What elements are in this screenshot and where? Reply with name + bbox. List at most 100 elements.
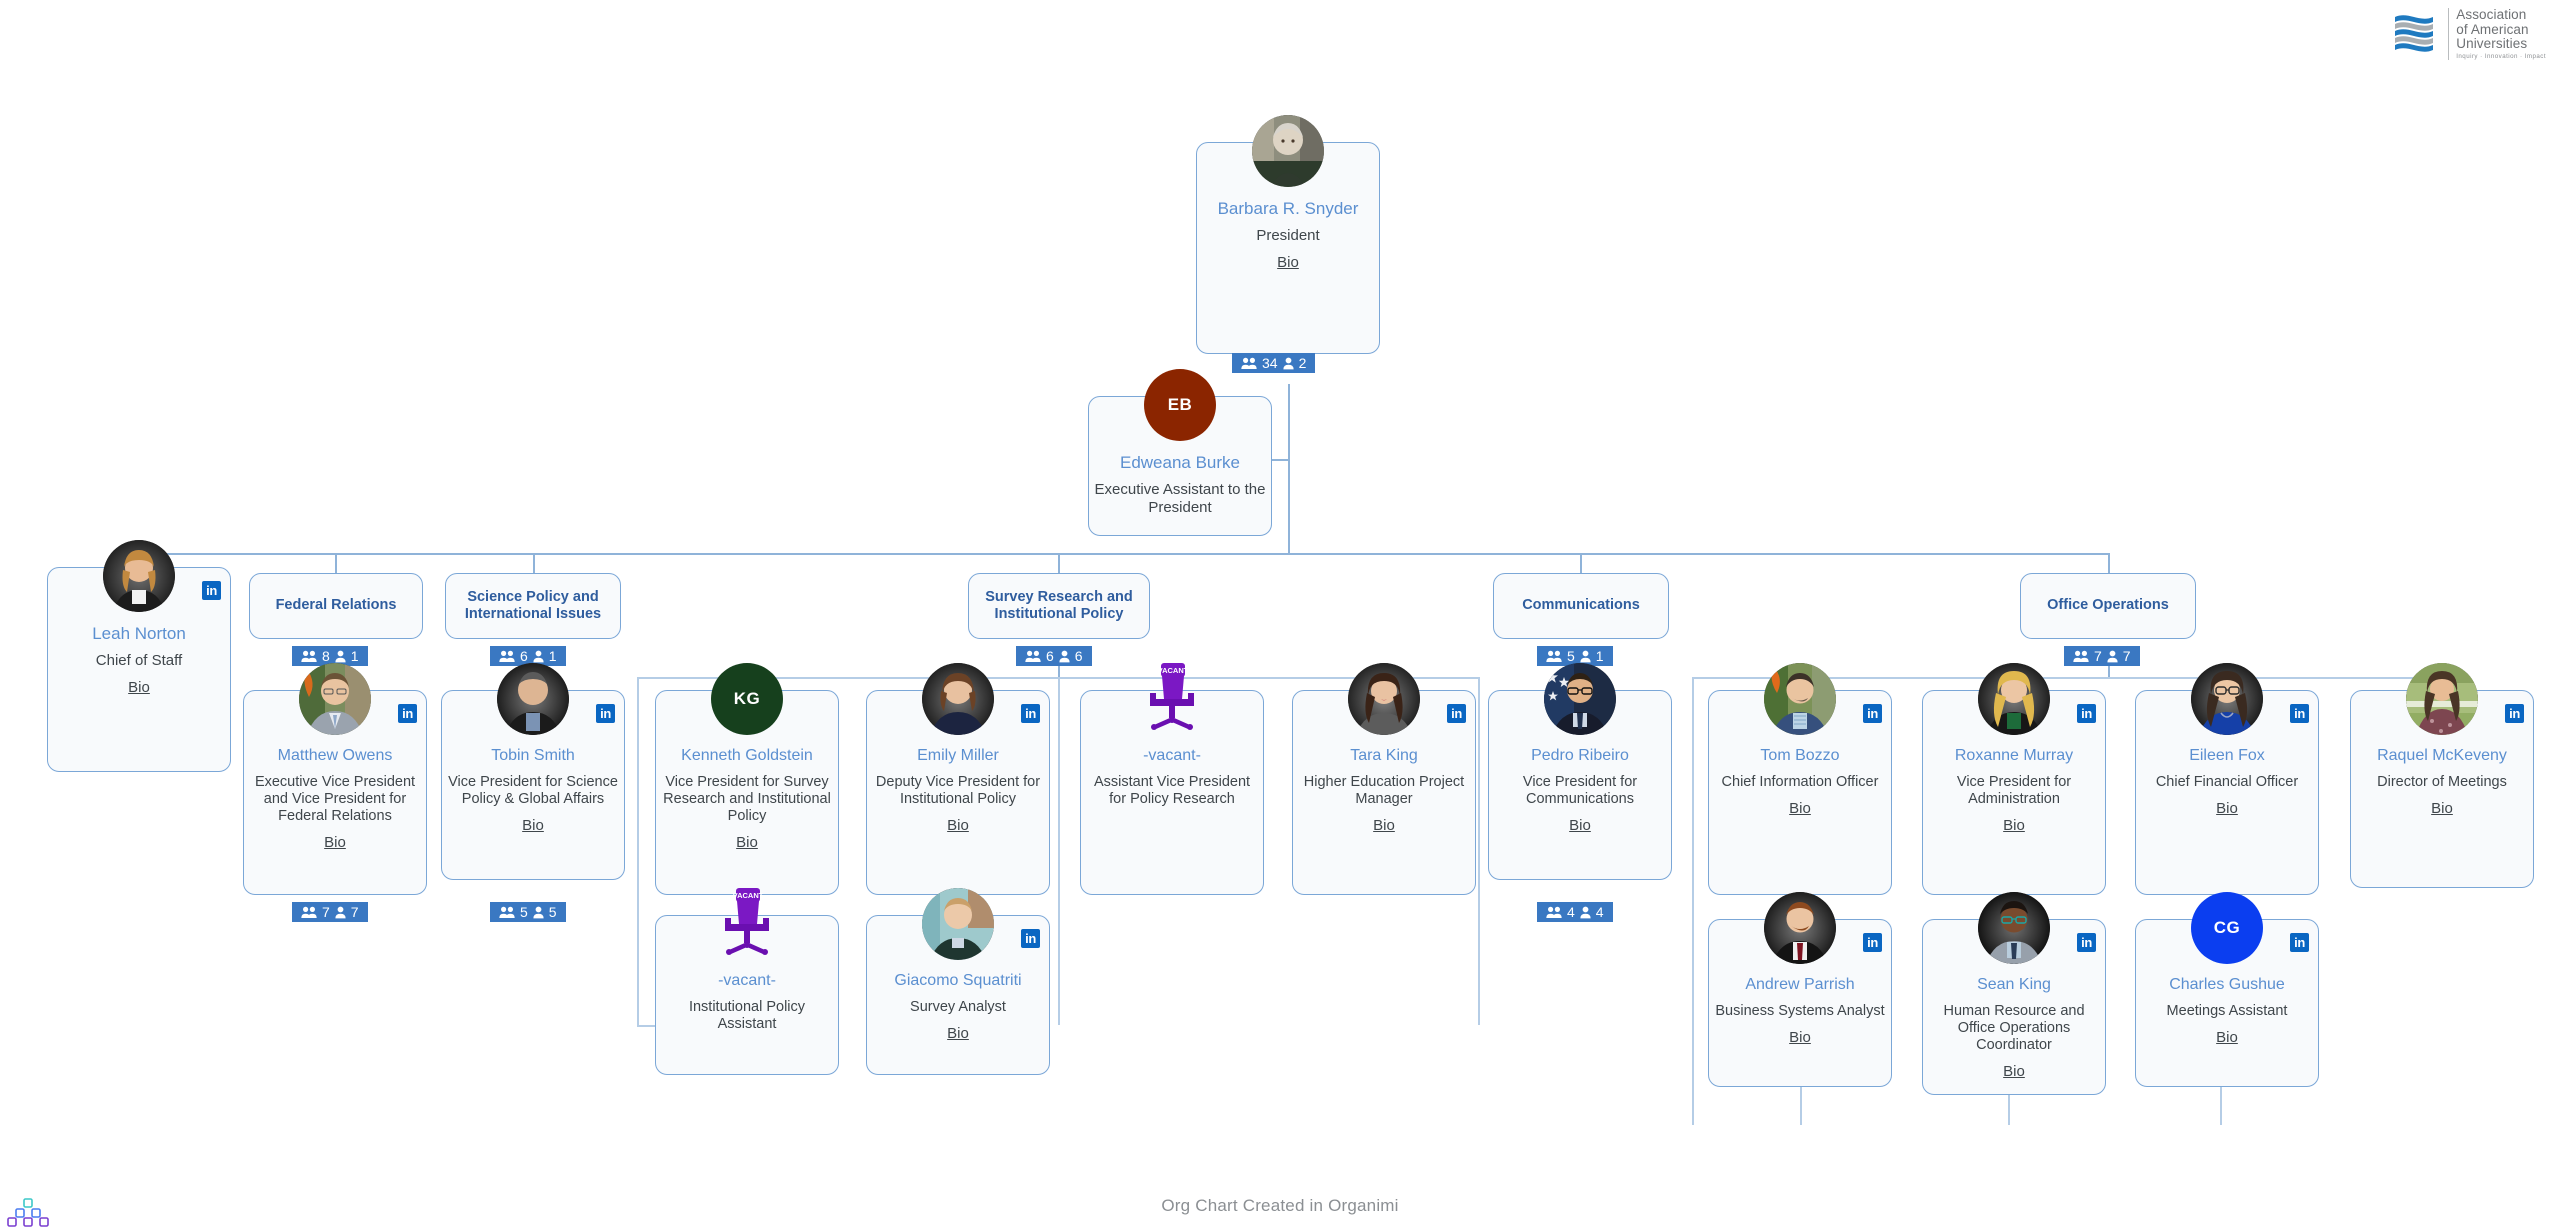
person-name[interactable]: Charles Gushue — [2140, 976, 2314, 995]
group-communications[interactable]: Communications — [1493, 573, 1669, 639]
node-card-matthew-owens[interactable]: in Matthew Owens Executive Vice Presiden… — [243, 663, 427, 895]
person-name[interactable]: -vacant- — [1085, 747, 1259, 766]
person-title: Vice President for Survey Research and I… — [663, 773, 831, 824]
node-card-charles-gushue[interactable]: CG in Charles Gushue Meetings Assistant … — [2135, 892, 2319, 1087]
node-card-giacomo-squatriti[interactable]: in Giacomo Squatriti Survey Analyst Bio — [866, 888, 1050, 1075]
linkedin-icon[interactable]: in — [2077, 933, 2096, 952]
node-card-eileen-fox[interactable]: in Eileen Fox Chief Financial Officer Bi… — [2135, 663, 2319, 895]
node-card-pedro-ribeiro[interactable]: Pedro Ribeiro Vice President for Communi… — [1488, 663, 1672, 880]
connector-drop-federal-relations — [335, 553, 337, 573]
person-icon — [335, 906, 346, 919]
connector-drop-survey-research — [1058, 553, 1060, 573]
card-body: Eileen Fox Chief Financial Officer Bio — [2140, 747, 2314, 818]
person-name[interactable]: Leah Norton — [52, 624, 226, 644]
card-body: Kenneth Goldstein Vice President for Sur… — [660, 747, 834, 852]
node-card-raquel-mckeveny[interactable]: in Raquel McKeveny Director of Meetings … — [2350, 663, 2534, 888]
linkedin-icon[interactable]: in — [398, 704, 417, 723]
bio-link[interactable]: Bio — [1789, 800, 1811, 817]
bio-link[interactable]: Bio — [1789, 1029, 1811, 1046]
connector-main-bar — [138, 553, 2110, 555]
linkedin-icon[interactable]: in — [2290, 933, 2309, 952]
person-name[interactable]: Tara King — [1297, 747, 1471, 766]
node-card-exec-assistant[interactable]: EB Edweana Burke Executive Assistant to … — [1088, 369, 1272, 536]
bio-link[interactable]: Bio — [2431, 800, 2453, 817]
node-card-vacant-assistant-vp-policy-research[interactable]: VACANT -vacant- Assistant Vice President… — [1080, 663, 1264, 895]
node-card-andrew-parrish[interactable]: in Andrew Parrish Business Systems Analy… — [1708, 892, 1892, 1087]
person-title: Chief of Staff — [95, 652, 183, 670]
counter-president[interactable]: 34 2 — [1232, 353, 1316, 373]
linkedin-icon[interactable]: in — [1863, 704, 1882, 723]
group-federal-relations[interactable]: Federal Relations — [249, 573, 423, 639]
person-name[interactable]: Tobin Smith — [446, 747, 620, 766]
bio-link[interactable]: Bio — [2003, 817, 2025, 834]
person-name[interactable]: Giacomo Squatriti — [871, 972, 1045, 991]
node-card-vacant-institutional-policy-assistant[interactable]: VACANT -vacant- Institutional Policy Ass… — [655, 888, 839, 1075]
group-survey-research[interactable]: Survey Research and Institutional Policy — [968, 573, 1150, 639]
avatar — [1764, 892, 1836, 964]
node-card-sean-king[interactable]: in Sean King Human Resource and Office O… — [1922, 892, 2106, 1095]
linkedin-icon[interactable]: in — [1021, 929, 1040, 948]
direct-count: 1 — [350, 648, 359, 664]
linkedin-icon[interactable]: in — [1021, 704, 1040, 723]
counter-pedro-ribeiro[interactable]: 4 4 — [1537, 902, 1613, 922]
bio-link[interactable]: Bio — [324, 834, 346, 851]
connector-president-down — [1288, 384, 1290, 553]
bio-link[interactable]: Bio — [736, 834, 758, 851]
linkedin-icon[interactable]: in — [2290, 704, 2309, 723]
person-name[interactable]: Barbara R. Snyder — [1201, 199, 1375, 219]
node-card-kenneth-goldstein[interactable]: KG Kenneth Goldstein Vice President for … — [655, 663, 839, 895]
bio-link[interactable]: Bio — [2216, 1029, 2238, 1046]
avatar — [922, 888, 994, 960]
counter-office-operations[interactable]: 7 7 — [2064, 646, 2140, 666]
person-name[interactable]: Raquel McKeveny — [2355, 747, 2529, 766]
person-name[interactable]: Tom Bozzo — [1713, 747, 1887, 766]
node-card-roxanne-murray[interactable]: in Roxanne Murray Vice President for Adm… — [1922, 663, 2106, 895]
person-name[interactable]: Pedro Ribeiro — [1493, 747, 1667, 766]
avatar-photo — [1348, 663, 1420, 735]
bio-link[interactable]: Bio — [2216, 800, 2238, 817]
bio-link[interactable]: Bio — [522, 817, 544, 834]
org-chart-canvas: Association of American Universities Inq… — [0, 0, 2560, 1232]
linkedin-icon[interactable]: in — [2505, 704, 2524, 723]
linkedin-icon[interactable]: in — [596, 704, 615, 723]
node-card-emily-miller[interactable]: in Emily Miller Deputy Vice President fo… — [866, 663, 1050, 895]
person-name[interactable]: Kenneth Goldstein — [660, 747, 834, 766]
person-icon — [533, 650, 544, 663]
counter-tobin-smith[interactable]: 5 5 — [490, 902, 566, 922]
linkedin-icon[interactable]: in — [1447, 704, 1466, 723]
bio-link[interactable]: Bio — [1277, 254, 1299, 271]
bio-link[interactable]: Bio — [947, 817, 969, 834]
node-card-president[interactable]: Barbara R. Snyder President Bio — [1196, 115, 1380, 354]
person-name[interactable]: -vacant- — [660, 972, 834, 991]
person-name[interactable]: Emily Miller — [871, 747, 1045, 766]
counter-survey-research[interactable]: 6 6 — [1016, 646, 1092, 666]
counter-matthew-owens[interactable]: 7 7 — [292, 902, 368, 922]
node-card-tobin-smith[interactable]: in Tobin Smith Vice President for Scienc… — [441, 663, 625, 880]
bio-link[interactable]: Bio — [128, 679, 150, 696]
node-card-tara-king[interactable]: in Tara King Higher Education Project Ma… — [1292, 663, 1476, 895]
connector-survey-edge — [1478, 677, 1480, 1025]
bio-link[interactable]: Bio — [2003, 1063, 2025, 1080]
bio-link[interactable]: Bio — [1373, 817, 1395, 834]
linkedin-icon[interactable]: in — [2077, 704, 2096, 723]
person-name[interactable]: Andrew Parrish — [1713, 976, 1887, 995]
direct-count: 7 — [2122, 648, 2131, 664]
person-name[interactable]: Edweana Burke — [1093, 453, 1267, 473]
linkedin-icon[interactable]: in — [202, 581, 221, 600]
person-title: Executive Assistant to the President — [1094, 481, 1266, 516]
linkedin-icon[interactable]: in — [1863, 933, 1882, 952]
person-name[interactable]: Sean King — [1927, 976, 2101, 995]
bio-link[interactable]: Bio — [1569, 817, 1591, 834]
group-office-operations[interactable]: Office Operations — [2020, 573, 2196, 639]
bio-link[interactable]: Bio — [947, 1025, 969, 1042]
card-body: Charles Gushue Meetings Assistant Bio — [2140, 976, 2314, 1047]
group-science-policy[interactable]: Science Policy and International Issues — [445, 573, 621, 639]
card-body: -vacant- Assistant Vice President for Po… — [1085, 747, 1259, 808]
person-name[interactable]: Eileen Fox — [2140, 747, 2314, 766]
person-name[interactable]: Matthew Owens — [248, 747, 422, 766]
connector-survey-emily — [1058, 677, 1060, 1025]
person-name[interactable]: Roxanne Murray — [1927, 747, 2101, 766]
avatar-photo — [103, 540, 175, 612]
node-card-chief-of-staff[interactable]: in Leah Norton Chief of Staff Bio — [47, 540, 231, 772]
node-card-tom-bozzo[interactable]: in Tom Bozzo Chief Information Officer B… — [1708, 663, 1892, 895]
